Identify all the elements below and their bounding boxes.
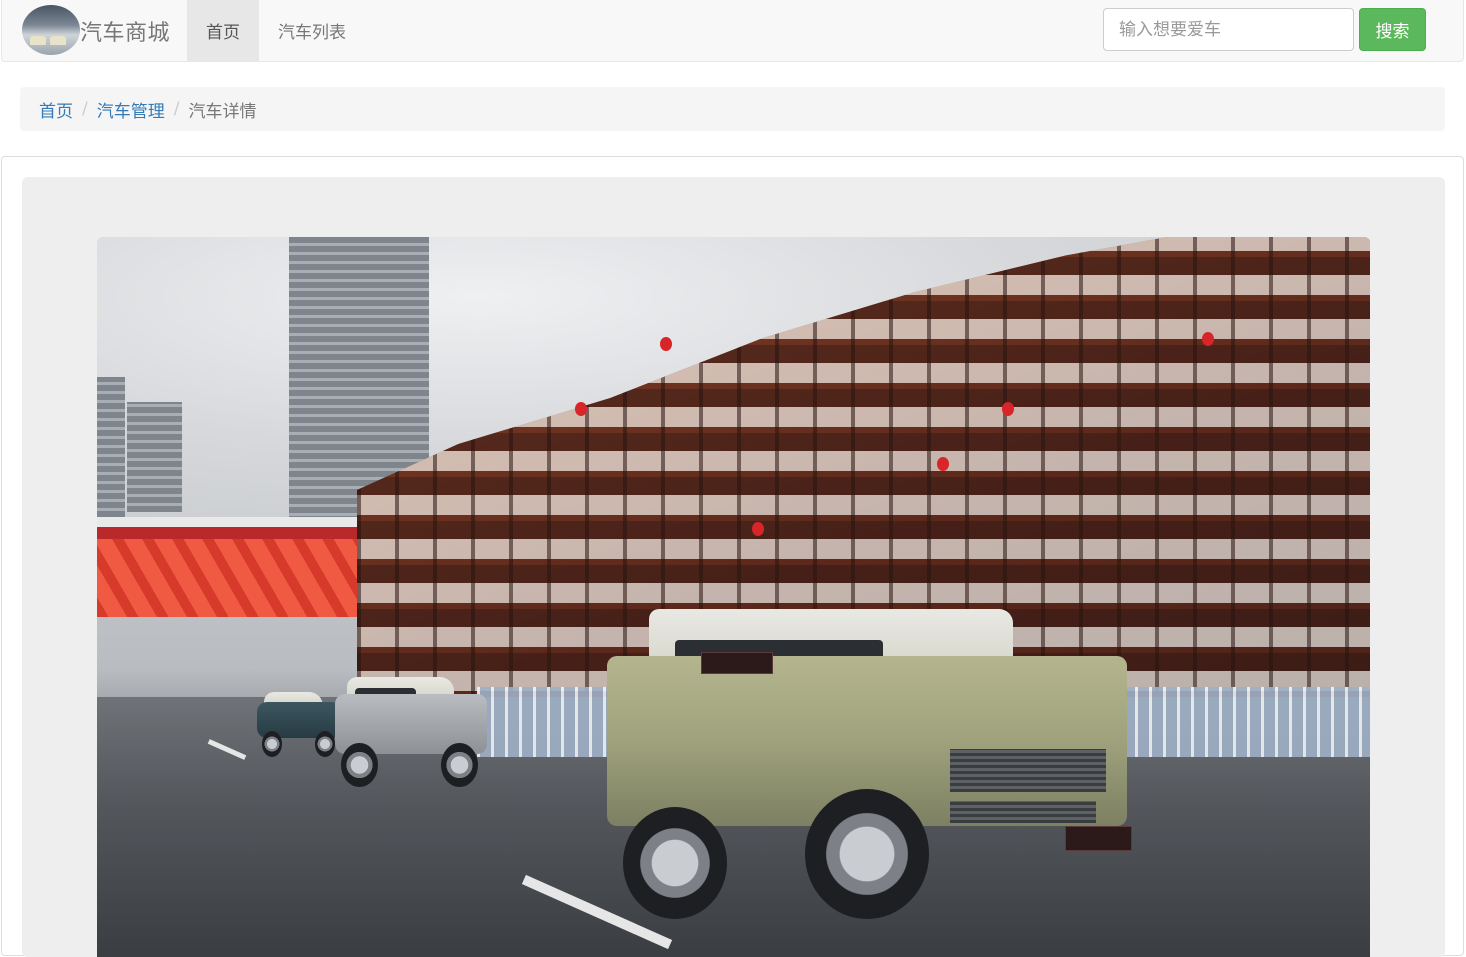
photo-red-bridge bbox=[97, 517, 392, 617]
car-image-container bbox=[22, 177, 1445, 957]
brand-title[interactable]: 汽车商城 bbox=[80, 15, 170, 47]
breadcrumb-separator: / bbox=[173, 99, 180, 119]
main-nav: 首页 汽车列表 bbox=[187, 0, 365, 61]
photo-main-suv bbox=[607, 609, 1133, 919]
breadcrumb-link-car-management[interactable]: 汽车管理 bbox=[97, 97, 165, 122]
car-photo bbox=[97, 237, 1370, 957]
brand[interactable]: 汽车商城 bbox=[22, 0, 170, 61]
search-input[interactable] bbox=[1103, 8, 1354, 51]
search-button[interactable]: 搜索 bbox=[1359, 8, 1426, 51]
breadcrumb-separator: / bbox=[82, 99, 88, 119]
photo-suv-back bbox=[257, 692, 342, 757]
breadcrumb: 首页 / 汽车管理 / 汽车详情 bbox=[20, 87, 1445, 131]
search-form: 搜索 bbox=[1103, 8, 1426, 51]
nav-item-car-list[interactable]: 汽车列表 bbox=[259, 0, 365, 61]
photo-suv-middle bbox=[335, 677, 487, 787]
breadcrumb-link-home[interactable]: 首页 bbox=[39, 97, 73, 122]
brand-logo-image bbox=[22, 4, 80, 55]
top-navbar: 汽车商城 首页 汽车列表 搜索 bbox=[1, 0, 1464, 62]
nav-item-home[interactable]: 首页 bbox=[187, 0, 259, 61]
car-detail-panel bbox=[1, 156, 1464, 957]
breadcrumb-current: 汽车详情 bbox=[188, 101, 257, 122]
